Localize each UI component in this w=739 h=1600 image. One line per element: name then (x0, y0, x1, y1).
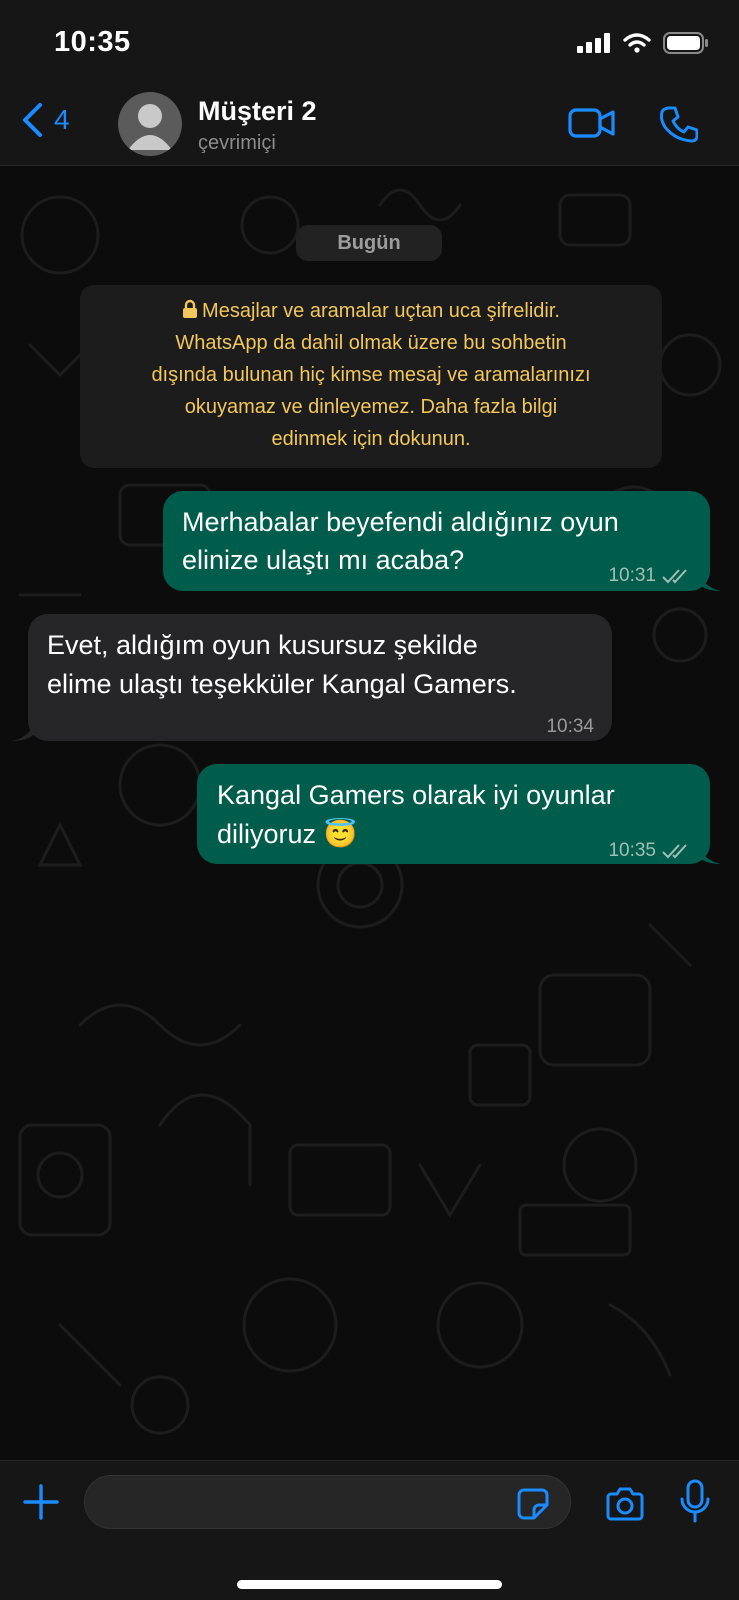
message-time: 10:34 (546, 716, 594, 737)
microphone-icon[interactable] (678, 1479, 712, 1525)
contact-info[interactable]: Müşteri 2 çevrimiçi (198, 96, 317, 155)
chevron-left-icon (23, 103, 42, 137)
sticker-icon[interactable] (516, 1487, 550, 1521)
message-text-line: Evet, aldığım oyun kusursuz şekilde (47, 630, 478, 660)
message-time: 10:31 (608, 565, 656, 586)
message-outgoing[interactable]: Merhabalar beyefendi aldığınız oyun elin… (163, 491, 710, 591)
message-meta: 10:35 (608, 832, 692, 870)
avatar[interactable] (118, 92, 182, 156)
encryption-notice-line: dışında bulunan hiç kimse mesaj ve arama… (151, 364, 591, 386)
status-time: 10:35 (54, 26, 131, 58)
message-input[interactable] (84, 1475, 571, 1529)
message-incoming[interactable]: Evet, aldığım oyun kusursuz şekilde elim… (28, 614, 612, 741)
message-text-line: elinize ulaştı mı acaba? (182, 545, 465, 575)
read-receipt-icon (662, 569, 687, 584)
chat-header: 4 Müşteri 2 çevrimiçi (0, 80, 739, 166)
bubble-tail (695, 565, 721, 591)
message-composer (0, 1460, 739, 1600)
camera-icon[interactable] (604, 1487, 646, 1523)
message-text-line: Merhabalar beyefendi aldığınız oyun (182, 507, 619, 537)
status-icons (577, 32, 709, 54)
read-receipt-icon (662, 844, 687, 859)
encryption-notice-line: okuyamaz ve dinleyemez. Daha fazla bilgi (184, 396, 558, 418)
chat-screen: 10:35 4 Müşteri 2 çevrimiçi Bugün Mesajl… (0, 0, 739, 1600)
lock-icon (183, 299, 198, 318)
message-meta: 10:31 (608, 557, 692, 595)
phone-icon[interactable] (660, 105, 698, 143)
default-avatar-icon (128, 104, 172, 150)
bubble-tail (695, 838, 721, 864)
contact-status: çevrimiçi (198, 132, 276, 154)
video-call-icon[interactable] (568, 107, 616, 139)
message-outgoing[interactable]: Kangal Gamers olarak iyi oyunlar diliyor… (197, 764, 710, 864)
battery-icon (663, 32, 708, 54)
unread-count: 4 (54, 104, 70, 135)
encryption-notice-line: Mesajlar ve aramalar uçtan uca şifrelidi… (80, 295, 662, 327)
encryption-notice[interactable]: Mesajlar ve aramalar uçtan uca şifrelidi… (80, 285, 662, 468)
encryption-notice-line: edinmek için dokunun. (271, 428, 471, 450)
message-text-line: diliyoruz 😇 (217, 819, 358, 849)
back-button[interactable]: 4 (20, 102, 70, 138)
encryption-notice-text: Mesajlar ve aramalar uçtan uca şifrelidi… (202, 300, 560, 322)
message-time: 10:35 (608, 840, 656, 861)
wifi-icon (623, 33, 651, 53)
message-text-line: elime ulaştı teşekküler Kangal Gamers. (47, 669, 517, 699)
home-indicator (237, 1580, 502, 1589)
encryption-notice-line: WhatsApp da dahil olmak üzere bu sohbeti… (175, 332, 567, 354)
message-meta: 10:34 (546, 708, 594, 746)
status-bar: 10:35 (0, 0, 739, 80)
contact-name: Müşteri 2 (198, 96, 317, 126)
message-text-line: Kangal Gamers olarak iyi oyunlar (217, 780, 615, 810)
plus-icon[interactable] (22, 1483, 60, 1521)
date-separator: Bugün (296, 225, 442, 261)
cellular-signal-icon (577, 33, 610, 53)
bubble-tail (12, 715, 38, 741)
